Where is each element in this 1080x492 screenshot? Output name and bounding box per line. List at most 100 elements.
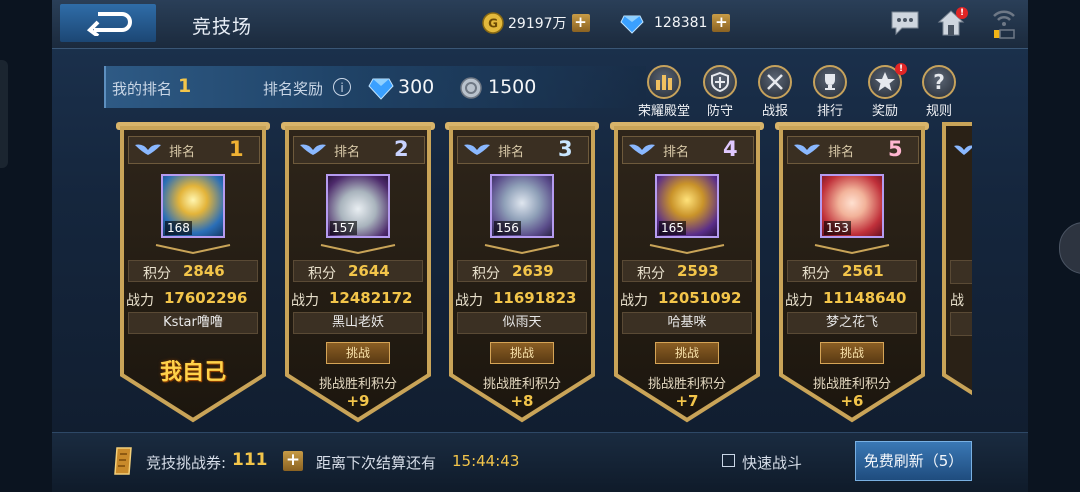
question-icon: ? [922,65,956,99]
rules-button[interactable]: ? 规则 [917,65,961,119]
chat-icon [891,11,919,36]
score-value: 2639 [512,262,554,280]
score-box: 积分 2846 [128,260,258,282]
score-value: 2846 [183,262,225,280]
rank-wing-icon [464,144,490,155]
reward-diamond-amount: 300 [398,76,435,98]
gold-currency: G 29197万 + [482,12,590,34]
free-refresh-button[interactable]: 免费刷新（5） [855,441,972,481]
opponent-card[interactable]: 排名 5 153 积分 2561 战力 11148640 梦之花飞 挑战 挑战胜… [775,120,929,428]
rank-wing-icon [300,144,326,155]
side-handle[interactable] [1059,222,1080,274]
home-alert-badge: ! [956,7,968,19]
rank-row: 排名 1 [128,136,260,164]
opponent-card[interactable]: 排名 2 157 积分 2644 战力 12482172 黑山老妖 挑战 挑战胜… [281,120,435,428]
win-score-label: 挑战胜利积分 [812,377,891,392]
ticket-count: 111 [232,450,268,470]
quick-battle-checkbox[interactable] [722,454,735,467]
power-label: 战力 [785,293,813,309]
rank-row: 排名 3 [457,136,589,164]
score-box: 积分 2561 [787,260,917,282]
opponent-card[interactable]: 排名 3 156 积分 2639 战力 11691823 似雨天 挑战 挑战胜利… [445,120,599,428]
player-avatar[interactable]: 156 [490,174,554,238]
hall-of-fame-button[interactable]: 荣耀殿堂 [636,65,692,119]
reward-alert-badge: ! [895,63,907,75]
settle-countdown-time: 15:44:43 [452,452,520,470]
power-row: 战力 12482172 [281,289,435,310]
add-gold-button[interactable]: + [571,14,590,32]
win-score-value: +9 [346,392,370,410]
reward-coin-amount: 1500 [488,76,537,98]
score-label: 积分 [308,266,336,282]
gold-amount: 29197万 [508,16,567,32]
back-button[interactable] [60,4,156,42]
defense-button[interactable]: 防守 [698,65,742,119]
player-level: 157 [330,221,357,235]
score-value: 2644 [348,262,390,280]
add-ticket-button[interactable]: + [283,451,303,471]
player-name: 哈基咪 [622,312,752,334]
partial-card: 战力 [938,120,972,428]
rank-wing-icon [954,145,972,155]
ticket-icon [114,447,132,475]
reward-button[interactable]: ! 奖励 [863,63,907,119]
power-row: 战力 12051092 [610,289,764,310]
rank-number: 1 [229,137,244,161]
chat-button[interactable] [890,10,920,40]
rank-label: 排名 [498,145,525,160]
diamond-amount: 128381 [654,15,708,31]
crossed-swords-icon [758,65,792,99]
challenge-button[interactable]: 挑战 [655,342,719,364]
rank-wing-icon [135,144,161,155]
win-score-value: +8 [510,392,534,410]
challenge-button[interactable]: 挑战 [326,342,390,364]
leaderboard-button[interactable]: 排行 [808,65,852,119]
player-avatar[interactable]: 157 [326,174,390,238]
power-label: 战力 [455,293,483,309]
wifi-status [990,6,1018,44]
challenge-button[interactable]: 挑战 [490,342,554,364]
power-row: 战力 11691823 [445,289,599,310]
challenge-button[interactable]: 挑战 [820,342,884,364]
wifi-icon [993,10,1015,39]
my-rank-value: 1 [178,75,192,97]
gold-coin-icon: G [482,12,504,34]
player-level: 153 [824,221,851,235]
svg-text:G: G [488,17,498,31]
opponent-card[interactable]: 排名 4 165 积分 2593 战力 12051092 哈基咪 挑战 挑战胜利… [610,120,764,428]
player-avatar[interactable]: 168 [161,174,225,238]
diamond-icon [620,15,644,34]
score-value: 2561 [842,262,884,280]
info-icon[interactable]: i [333,78,351,96]
back-arrow-icon [86,12,132,36]
player-level: 165 [659,221,686,235]
rank-number: 2 [394,137,409,161]
player-name: 似雨天 [457,312,587,334]
rank-row: 排名 4 [622,136,754,164]
rank-label: 排名 [663,145,690,160]
win-score-label: 挑战胜利积分 [318,377,397,392]
opponent-card[interactable]: 排名 1 168 积分 2846 战力 17602296 Kstar噜噜 我自己 [116,120,270,428]
player-level: 156 [494,221,521,235]
score-box: 积分 2644 [293,260,423,282]
add-diamond-button[interactable]: + [712,14,731,32]
win-score-label: 挑战胜利积分 [482,377,561,392]
menu-label-leaderboard: 排行 [816,104,843,119]
score-box: 积分 2639 [457,260,587,282]
home-button[interactable]: ! [936,7,968,42]
player-name: 黑山老妖 [293,312,423,334]
score-label: 积分 [637,266,665,282]
player-name: 梦之花飞 [787,312,917,334]
rank-wing-icon [629,144,655,155]
player-avatar[interactable]: 165 [655,174,719,238]
quick-battle-label[interactable]: 快速战斗 [742,452,802,473]
power-value: 12482172 [329,289,413,307]
reward-diamond-icon [368,78,394,100]
player-avatar[interactable]: 153 [820,174,884,238]
power-value: 11148640 [823,289,907,307]
battle-report-button[interactable]: 战报 [753,65,797,119]
player-level: 168 [165,221,192,235]
rank-row: 排名 5 [787,136,919,164]
power-row: 战力 17602296 [116,289,270,310]
rank-number: 4 [723,137,738,161]
